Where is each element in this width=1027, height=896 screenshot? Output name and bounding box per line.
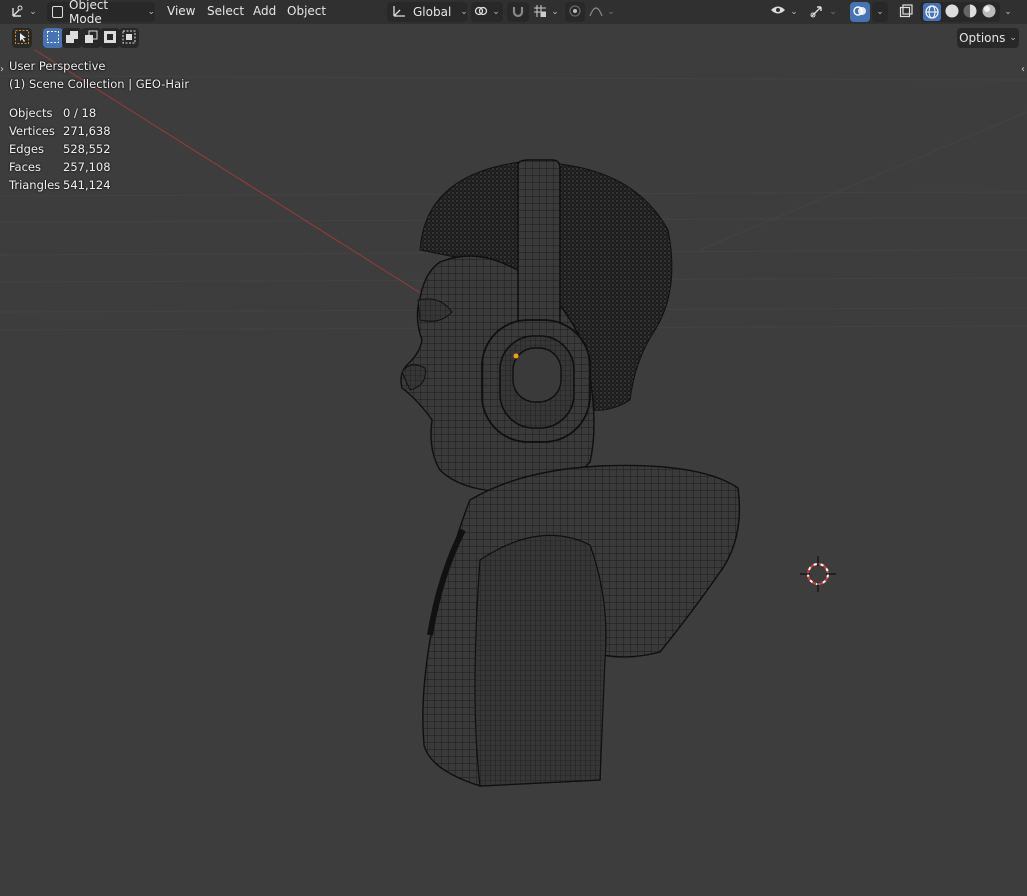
stat-value: 0 / 18 [63,106,97,120]
wireframe-shading-icon[interactable] [923,3,942,21]
chevron-down-icon: ⌄ [1009,33,1017,43]
tool-settings-row: Options ⌄ [0,26,1027,50]
chevron-down-icon: ⌄ [147,7,155,17]
snap-target-dropdown[interactable]: ⌄ [531,2,561,22]
object-mode-icon [52,6,64,18]
shading-modes[interactable] [920,2,1000,22]
stat-label: Triangles [9,178,61,192]
stat-value: 271,638 [63,124,111,138]
snap-toggle[interactable] [507,2,529,22]
solid-shading-icon[interactable] [944,3,960,22]
viewport-header: ⌄ Object Mode ⌄ View Select Add Object G… [0,0,1027,26]
chevron-down-icon: ⌄ [790,7,798,17]
cursor-select-icon [14,29,30,48]
chevron-down-icon: ⌄ [460,7,468,17]
gizmo-dropdown[interactable]: ⌄ [806,2,840,22]
proportional-edit-toggle[interactable] [565,2,585,22]
rendered-shading-icon[interactable] [981,3,997,22]
xray-icon [899,3,913,21]
overlays-toggle[interactable] [850,2,870,22]
overlays-icon [853,4,867,21]
snap-grid-icon [533,4,547,21]
pivot-icon [474,4,488,21]
mode-dropdown[interactable]: Object Mode ⌄ [47,0,155,26]
chevron-down-icon: ⌄ [829,7,837,17]
stat-label: Objects [9,106,53,120]
chevron-down-icon: ⌄ [551,7,559,17]
select-tool-button[interactable] [12,28,32,48]
orientation-axes-icon [391,4,407,21]
chevron-down-icon: ⌄ [492,7,500,17]
options-label: Options [959,31,1006,45]
select-mode-invert[interactable] [100,28,120,48]
stat-label: Faces [9,160,41,174]
orientation-label: Global [413,5,452,19]
headphone-band [517,159,561,331]
falloff-dropdown[interactable]: ⌄ [588,2,616,22]
material-shading-icon[interactable] [962,3,978,22]
mode-label: Object Mode [69,0,109,26]
gizmo-icon [809,4,825,21]
chevron-down-icon: ⌄ [1004,7,1012,17]
pivot-point-dropdown[interactable]: ⌄ [471,2,503,22]
select-mode-new[interactable] [43,28,63,48]
menu-add[interactable]: Add [253,4,276,18]
select-mode-extend[interactable] [62,28,82,48]
orientation-dropdown[interactable]: Global ⌄ [387,2,468,22]
select-new-icon [46,30,60,47]
headphone-earcup-center [512,347,562,403]
shading-dropdown[interactable]: ⌄ [1000,2,1016,22]
select-invert-icon [103,30,117,47]
object-origin-dot [513,353,519,359]
chevron-down-icon: ⌄ [29,7,37,17]
menu-view[interactable]: View [167,4,195,18]
falloff-curve-icon [589,4,603,21]
stat-label: Edges [9,142,44,156]
viewport-canvas[interactable] [0,50,1027,896]
overlays-dropdown[interactable]: ⌄ [872,2,888,22]
select-intersect-icon [122,30,136,47]
3d-cursor[interactable] [800,556,836,592]
stat-label: Vertices [9,124,55,138]
select-mode-intersect[interactable] [119,28,139,48]
visibility-dropdown[interactable]: ⌄ [768,2,800,22]
editor-type-button[interactable]: ⌄ [8,2,40,22]
stat-value: 541,124 [63,178,111,192]
proportional-circle-icon [568,4,582,21]
menu-object[interactable]: Object [287,4,326,18]
scene-collection-label: (1) Scene Collection | GEO-Hair [9,77,190,91]
chevron-down-icon: ⌄ [876,7,884,17]
stat-value: 528,552 [63,142,111,156]
options-dropdown[interactable]: Options ⌄ [957,28,1019,48]
select-extend-icon [65,30,79,47]
select-mode-subtract[interactable] [81,28,101,48]
xray-toggle[interactable] [896,2,916,22]
menu-select[interactable]: Select [207,4,244,18]
select-subtract-icon [84,30,98,47]
blender-3d-viewport[interactable]: ⌄ Object Mode ⌄ View Select Add Object G… [0,0,1027,896]
eye-icon [770,4,786,21]
shoulder-mesh [474,534,607,787]
chevron-down-icon: ⌄ [607,7,615,17]
magnet-icon [511,4,525,21]
view-perspective-label: User Perspective [9,59,106,73]
stat-value: 257,108 [63,160,111,174]
transform-gizmo-icon [11,4,25,21]
